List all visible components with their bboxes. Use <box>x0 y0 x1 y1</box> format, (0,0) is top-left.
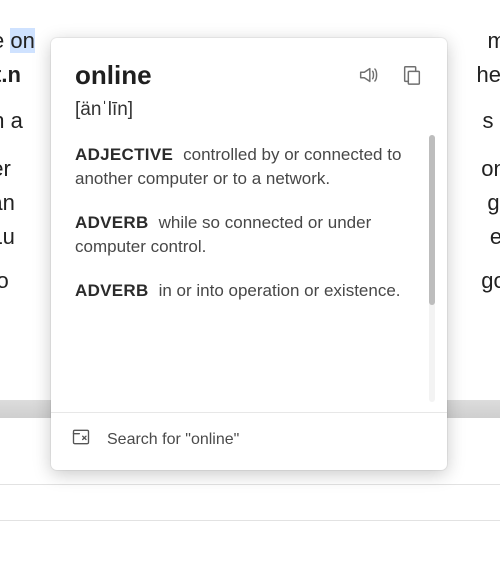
bg-text: s at <box>483 104 500 138</box>
bg-text: an a <box>0 104 23 138</box>
bg-text: fo o <box>0 264 9 298</box>
scrollbar-thumb[interactable] <box>429 135 435 305</box>
bg-text: ew <box>490 220 500 254</box>
bg-text: d an <box>0 186 15 220</box>
bg-text: get <box>487 186 500 220</box>
bg-text: one <box>481 152 500 186</box>
definition-item: ADVERBwhile so connected or under comput… <box>75 211 407 259</box>
part-of-speech: ADVERB <box>75 281 149 300</box>
search-web-icon <box>71 427 91 452</box>
bg-text: mo <box>487 24 500 58</box>
dictionary-definitions: ADJECTIVEcontrolled by or connected to a… <box>51 129 447 412</box>
speaker-icon[interactable] <box>355 62 381 88</box>
horizontal-rule <box>0 484 500 485</box>
selected-text[interactable]: on <box>10 28 34 53</box>
dictionary-header: online [änˈlīn] <box>51 38 447 129</box>
horizontal-rule <box>0 520 500 521</box>
definition-item: ADVERB in or into operation or existence. <box>75 279 407 303</box>
dictionary-actions <box>355 62 425 88</box>
dictionary-popup: online [änˈlīn] ADJECTIVEcontrolled by o… <box>51 38 447 470</box>
bg-text: o Lu <box>0 220 15 254</box>
part-of-speech: ADJECTIVE <box>75 145 173 164</box>
bg-text: he i <box>477 58 500 92</box>
bg-text-fragment: e <box>0 28 10 53</box>
dictionary-pronunciation: [änˈlīn] <box>75 99 423 121</box>
definition-item: ADJECTIVEcontrolled by or connected to a… <box>75 143 407 191</box>
scrollbar-track[interactable] <box>429 135 435 402</box>
definition-text: in or into operation or existence. <box>159 281 401 300</box>
search-for-word[interactable]: Search for "online" <box>51 412 447 470</box>
bg-text: go t <box>481 264 500 298</box>
bg-text: over <box>0 152 11 186</box>
bg-text: e on <box>0 24 35 58</box>
copy-icon[interactable] <box>399 62 425 88</box>
part-of-speech: ADVERB <box>75 213 149 232</box>
bg-text: ort.n <box>0 58 21 92</box>
search-for-label: Search for "online" <box>107 431 239 449</box>
